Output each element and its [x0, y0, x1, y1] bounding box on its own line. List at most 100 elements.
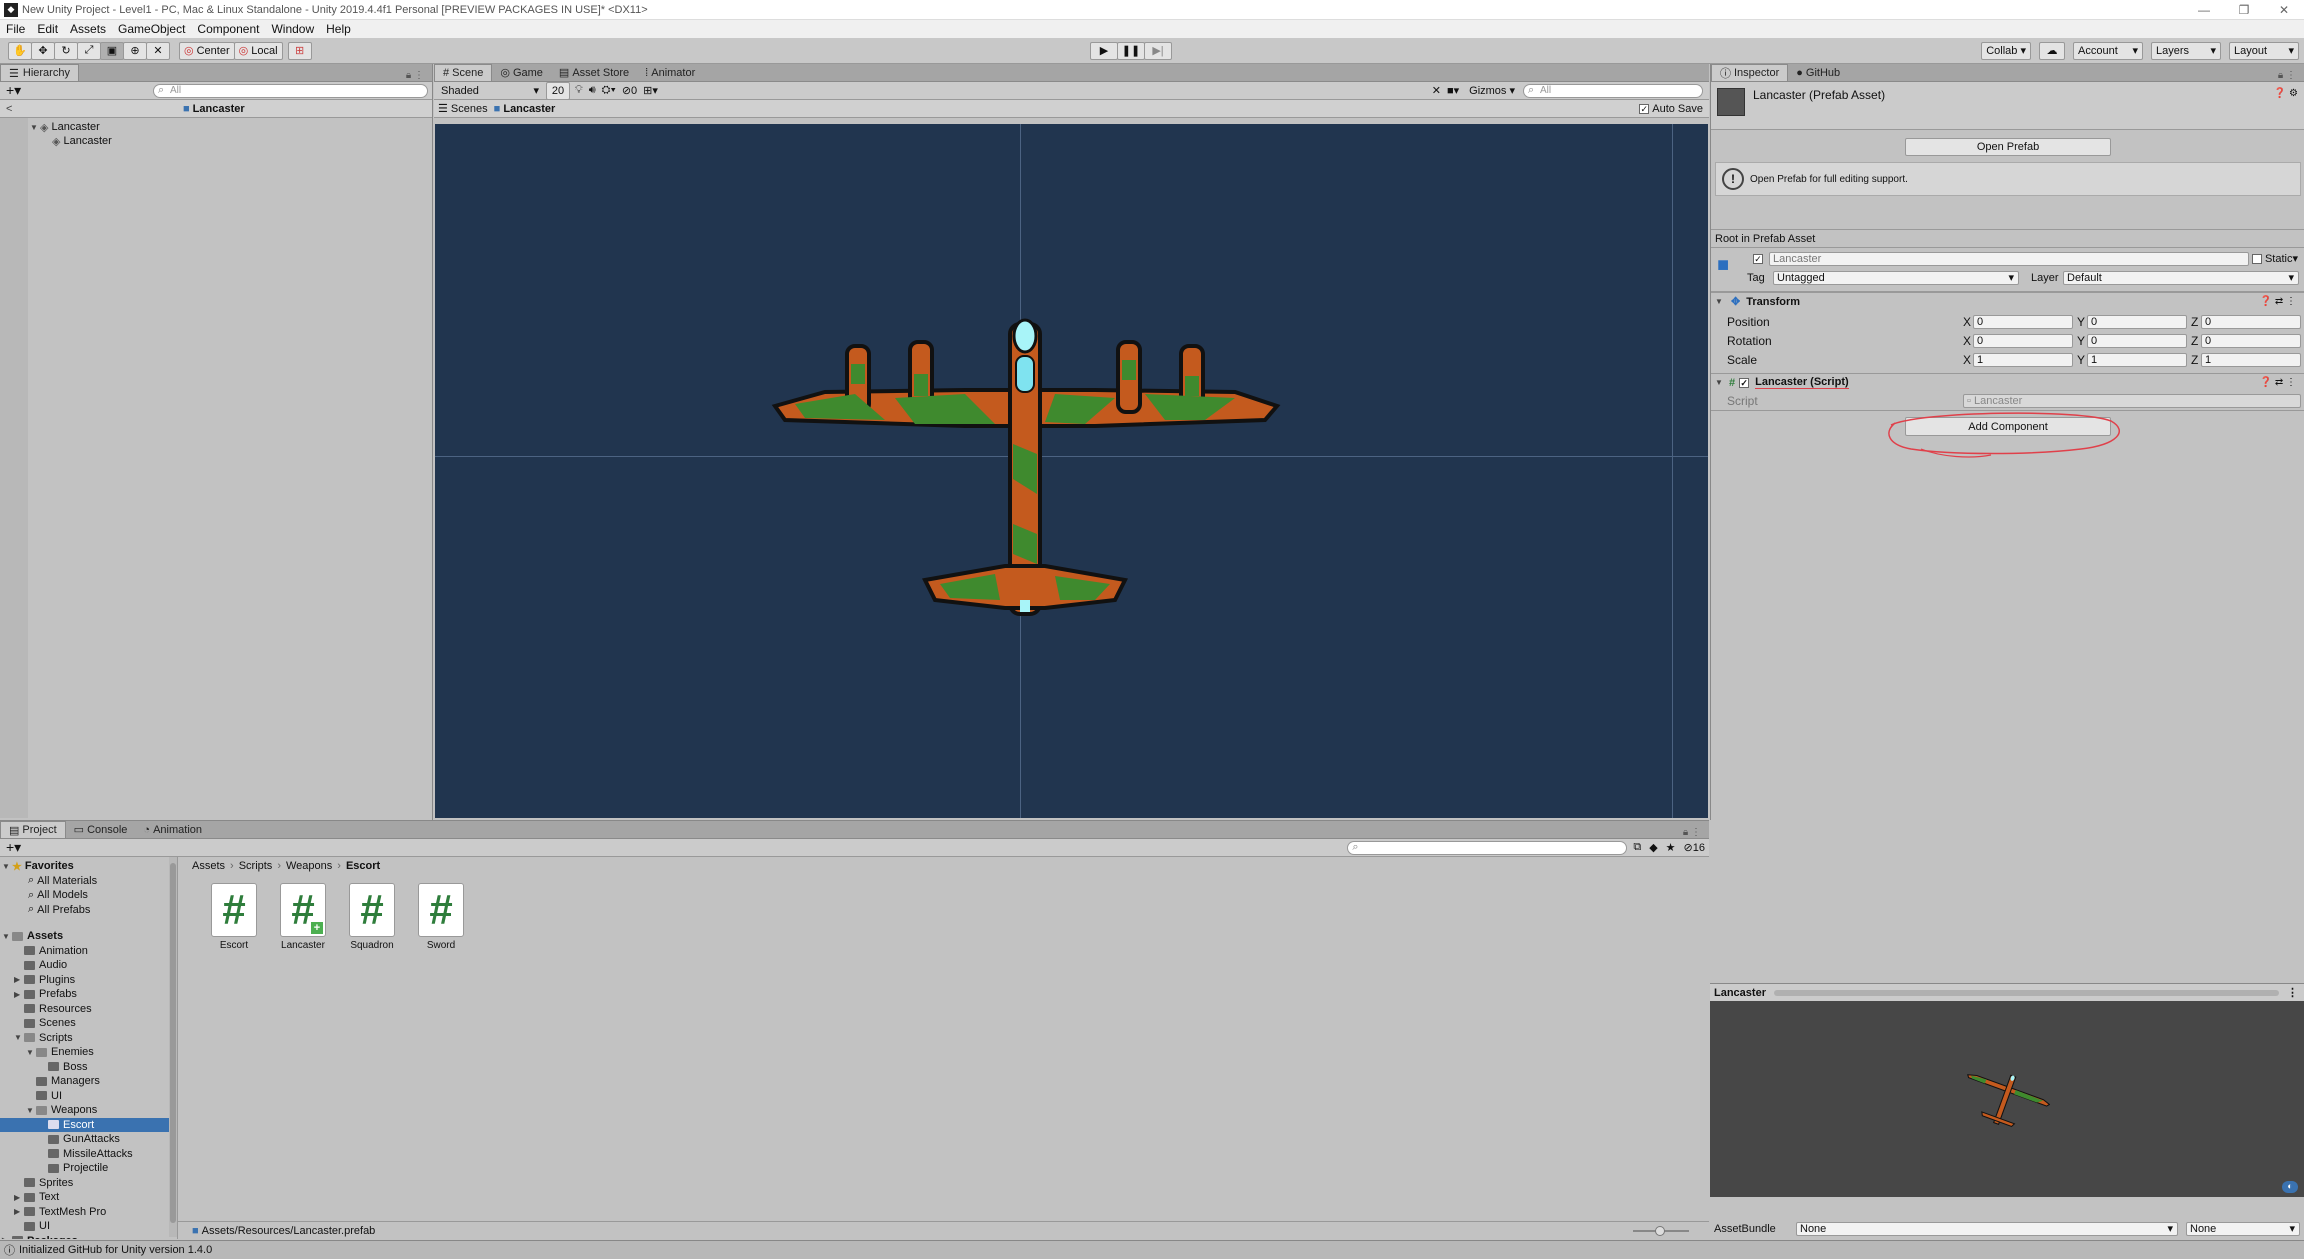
play-button[interactable]: ▶ — [1090, 41, 1118, 60]
hidden-packages-icon[interactable]: ⊘16 — [1684, 841, 1705, 854]
tab-game[interactable]: ◎ Game — [492, 64, 551, 81]
grid-toggle-icon[interactable]: ⊞▾ — [643, 84, 658, 97]
prefab-breadcrumb-scene[interactable]: ■ Lancaster — [494, 103, 556, 115]
asset-tile[interactable]: # Squadron — [342, 883, 402, 951]
folder-item[interactable]: ▼ Scripts — [0, 1031, 177, 1046]
search-by-label-icon[interactable]: ◆ — [1649, 841, 1657, 854]
rotation-z-field[interactable]: 0 — [2201, 333, 2301, 348]
asset-tile[interactable]: # Sword — [411, 883, 471, 951]
prefab-breadcrumb[interactable]: ■ Lancaster — [183, 103, 245, 115]
preview-toggle-icon[interactable]: ◐ — [2282, 1181, 2298, 1193]
transform-tool-icon[interactable]: ⊕ — [123, 41, 147, 60]
open-prefab-button[interactable]: Open Prefab — [1905, 138, 2111, 156]
create-plus-icon[interactable]: +▾ — [6, 839, 21, 856]
slider-thumb[interactable] — [1655, 1226, 1665, 1236]
tab-animator[interactable]: ⁞ Animator — [637, 64, 703, 81]
transform-header[interactable]: ▼ ✥ Transform ❓ ⇄ ⋮ — [1711, 292, 2304, 310]
layout-dropdown[interactable]: Layout ▾ — [2229, 41, 2299, 60]
expand-arrow-icon[interactable]: ▼ — [14, 1033, 24, 1042]
tab-hierarchy[interactable]: ☰ Hierarchy — [0, 64, 79, 81]
tag-dropdown[interactable]: Untagged ▾ — [1773, 271, 2019, 285]
tab-scene[interactable]: # Scene — [434, 64, 493, 81]
favorite-item[interactable]: ⌕ All Prefabs — [0, 903, 177, 918]
position-x-field[interactable]: 0 — [1973, 314, 2073, 329]
project-search-input[interactable] — [1347, 840, 1628, 855]
scale-y-field[interactable]: 1 — [2087, 352, 2187, 367]
step-button[interactable]: ▶| — [1144, 41, 1172, 60]
pivot-center-button[interactable]: ◎ Center — [179, 41, 235, 60]
expand-arrow-icon[interactable]: ▶ — [2, 1236, 12, 1239]
effects-icon[interactable]: ⛭▾ — [602, 84, 616, 97]
folder-item[interactable]: Boss — [0, 1060, 177, 1075]
layers-dropdown[interactable]: Layers ▾ — [2151, 41, 2221, 60]
folder-item[interactable]: ▶ Text — [0, 1190, 177, 1205]
assets-root[interactable]: ▼ Assets — [0, 929, 177, 944]
collab-button[interactable]: Collab ▾ — [1981, 41, 2031, 60]
breadcrumb-escort[interactable]: Escort — [346, 860, 380, 872]
expand-arrow-icon[interactable]: ▶ — [14, 990, 24, 999]
folder-item[interactable]: ▼ Enemies — [0, 1045, 177, 1060]
tree-scrollbar[interactable] — [169, 857, 177, 1237]
close-button[interactable]: ✕ — [2264, 0, 2304, 20]
expand-arrow-icon[interactable]: ▼ — [26, 1048, 36, 1057]
shading-dropdown[interactable]: Shaded ▾ — [437, 82, 543, 100]
autosave-checkbox[interactable]: ✓ — [1639, 103, 1650, 114]
panel-lock-icon[interactable]: 🔒︎ ⋮ — [1683, 827, 1701, 838]
folder-item[interactable]: ▶ Plugins — [0, 973, 177, 988]
menu-help[interactable]: Help — [320, 22, 357, 36]
tools-icon[interactable]: ✕ — [1432, 84, 1441, 97]
preview-header[interactable]: Lancaster ⋮ — [1710, 983, 2304, 1001]
account-dropdown[interactable]: Account ▾ — [2073, 41, 2143, 60]
script-enabled-checkbox[interactable]: ✓ — [1739, 377, 1750, 388]
assetbundle-dropdown[interactable]: None ▾ — [1796, 1222, 2178, 1236]
favorite-item[interactable]: ⌕ All Materials — [0, 874, 177, 889]
hand-tool-icon[interactable]: ✋ — [8, 41, 32, 60]
layer-dropdown[interactable]: Default ▾ — [2063, 271, 2299, 285]
position-y-field[interactable]: 0 — [2087, 314, 2187, 329]
folder-item[interactable]: ▶ TextMesh Pro — [0, 1205, 177, 1220]
panel-lock-icon[interactable]: 🔒︎ ⋮ — [406, 70, 424, 81]
folder-item[interactable]: Audio — [0, 958, 177, 973]
menu-component[interactable]: Component — [191, 22, 265, 36]
menu-gameobject[interactable]: GameObject — [112, 22, 191, 36]
foldout-arrow-icon[interactable]: ▼ — [1715, 297, 1725, 306]
tab-console[interactable]: ▭ Console — [66, 821, 136, 838]
menu-edit[interactable]: Edit — [31, 22, 64, 36]
script-object-field[interactable]: ▫ Lancaster — [1963, 393, 2301, 408]
custom-tool-icon[interactable]: ✕ — [146, 41, 170, 60]
preview-view[interactable]: ◐ — [1710, 1001, 2304, 1197]
help-settings-icon[interactable]: ❓ ⚙ — [2274, 88, 2298, 99]
hierarchy-item-child[interactable]: ◈ Lancaster — [28, 134, 432, 148]
tab-asset-store[interactable]: ▤ Asset Store — [551, 64, 637, 81]
expand-arrow-icon[interactable]: ▶ — [14, 975, 24, 984]
menu-file[interactable]: File — [0, 22, 31, 36]
script-component-header[interactable]: ▼ # ✓ Lancaster (Script) ❓ ⇄ ⋮ — [1711, 373, 2304, 391]
pivot-local-button[interactable]: ◎ Local — [233, 41, 283, 60]
expand-arrow-icon[interactable]: ▶ — [14, 1207, 24, 1216]
folder-item[interactable]: UI — [0, 1219, 177, 1234]
folder-item[interactable]: Scenes — [0, 1016, 177, 1031]
name-field[interactable]: Lancaster — [1769, 252, 2249, 266]
scenes-breadcrumb[interactable]: ☰ Scenes — [438, 102, 488, 115]
minimize-button[interactable]: — — [2184, 0, 2224, 20]
expand-arrow-icon[interactable]: ▼ — [26, 1106, 36, 1115]
folder-item[interactable]: Animation — [0, 944, 177, 959]
menu-window[interactable]: Window — [265, 22, 320, 36]
tab-project[interactable]: ▤ Project — [0, 821, 66, 838]
folder-item[interactable]: GunAttacks — [0, 1132, 177, 1147]
expand-arrow-icon[interactable]: ▶ — [14, 1193, 24, 1202]
folder-item[interactable]: ▼ Weapons — [0, 1103, 177, 1118]
panel-menu-icon[interactable]: 🔒︎ ⋮ — [2278, 70, 2296, 81]
component-menu-icon[interactable]: ❓ ⇄ ⋮ — [2260, 296, 2296, 307]
autosave-toggle[interactable]: ✓ Auto Save — [1639, 103, 1703, 115]
folder-item[interactable]: Sprites — [0, 1176, 177, 1191]
folder-item[interactable]: ▶ Prefabs — [0, 987, 177, 1002]
scale-tool-icon[interactable]: ⤢ — [77, 41, 101, 60]
breadcrumb-scripts[interactable]: Scripts — [239, 860, 273, 872]
favorites-root[interactable]: ▼ ★ Favorites — [0, 859, 177, 874]
create-plus-icon[interactable]: +▾ — [6, 82, 21, 99]
active-checkbox[interactable]: ✓ — [1753, 254, 1763, 264]
scale-z-field[interactable]: 1 — [2201, 352, 2301, 367]
folder-item[interactable]: Managers — [0, 1074, 177, 1089]
camera-icon[interactable]: ■▾ — [1447, 84, 1459, 97]
